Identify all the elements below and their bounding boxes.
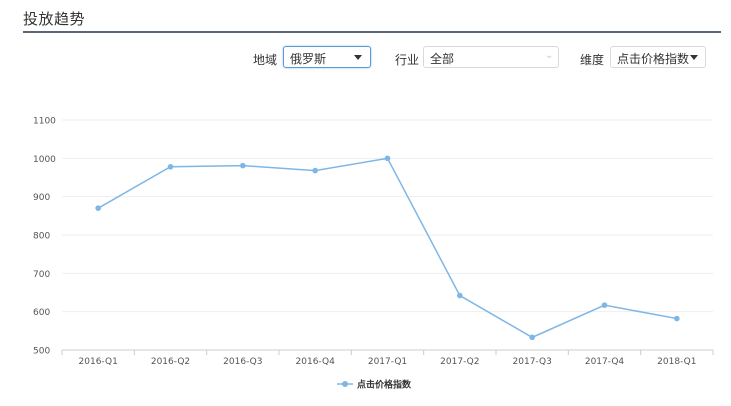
x-tick-label: 2017-Q4 xyxy=(585,357,625,367)
legend[interactable]: 点击价格指数 xyxy=(337,379,412,391)
y-tick-label: 500 xyxy=(33,347,50,357)
x-tick-label: 2016-Q3 xyxy=(223,357,262,367)
x-tick-label: 2016-Q4 xyxy=(296,357,336,367)
y-tick-label: 700 xyxy=(33,270,50,280)
y-tick-label: 600 xyxy=(33,308,50,318)
series-line xyxy=(97,157,677,339)
y-tick-label: 1100 xyxy=(33,117,56,127)
x-tick-label: 2017-Q2 xyxy=(440,357,479,367)
legend-marker-icon xyxy=(342,381,348,387)
line-chart: 500 600 700 800 900 1000 1100 2016-Q1 2016-Q2 201… xyxy=(33,117,714,391)
x-tick-label: 2018-Q1 xyxy=(657,357,696,367)
data-point xyxy=(95,205,101,211)
y-tick-label: 800 xyxy=(33,232,50,242)
data-point xyxy=(384,155,391,162)
x-tick-label: 2017-Q1 xyxy=(368,357,407,367)
x-tick-label: 2017-Q3 xyxy=(513,357,552,367)
data-point xyxy=(457,292,463,299)
x-tick-label: 2016-Q1 xyxy=(79,357,118,367)
y-tick-label: 1000 xyxy=(33,155,56,165)
data-point xyxy=(167,163,174,170)
series-layer xyxy=(95,155,680,341)
data-point xyxy=(312,167,318,174)
legend-label: 点击价格指数 xyxy=(357,379,412,391)
x-tick-label: 2016-Q2 xyxy=(151,357,190,367)
axis-layer: 500 600 700 800 900 1000 1100 2016-Q1 2016-Q2 201… xyxy=(33,117,714,367)
data-point xyxy=(529,334,535,341)
grid-layer xyxy=(62,119,713,313)
data-point xyxy=(601,302,608,308)
y-tick-label: 900 xyxy=(33,193,50,203)
data-point xyxy=(240,162,246,169)
data-point xyxy=(674,315,680,322)
